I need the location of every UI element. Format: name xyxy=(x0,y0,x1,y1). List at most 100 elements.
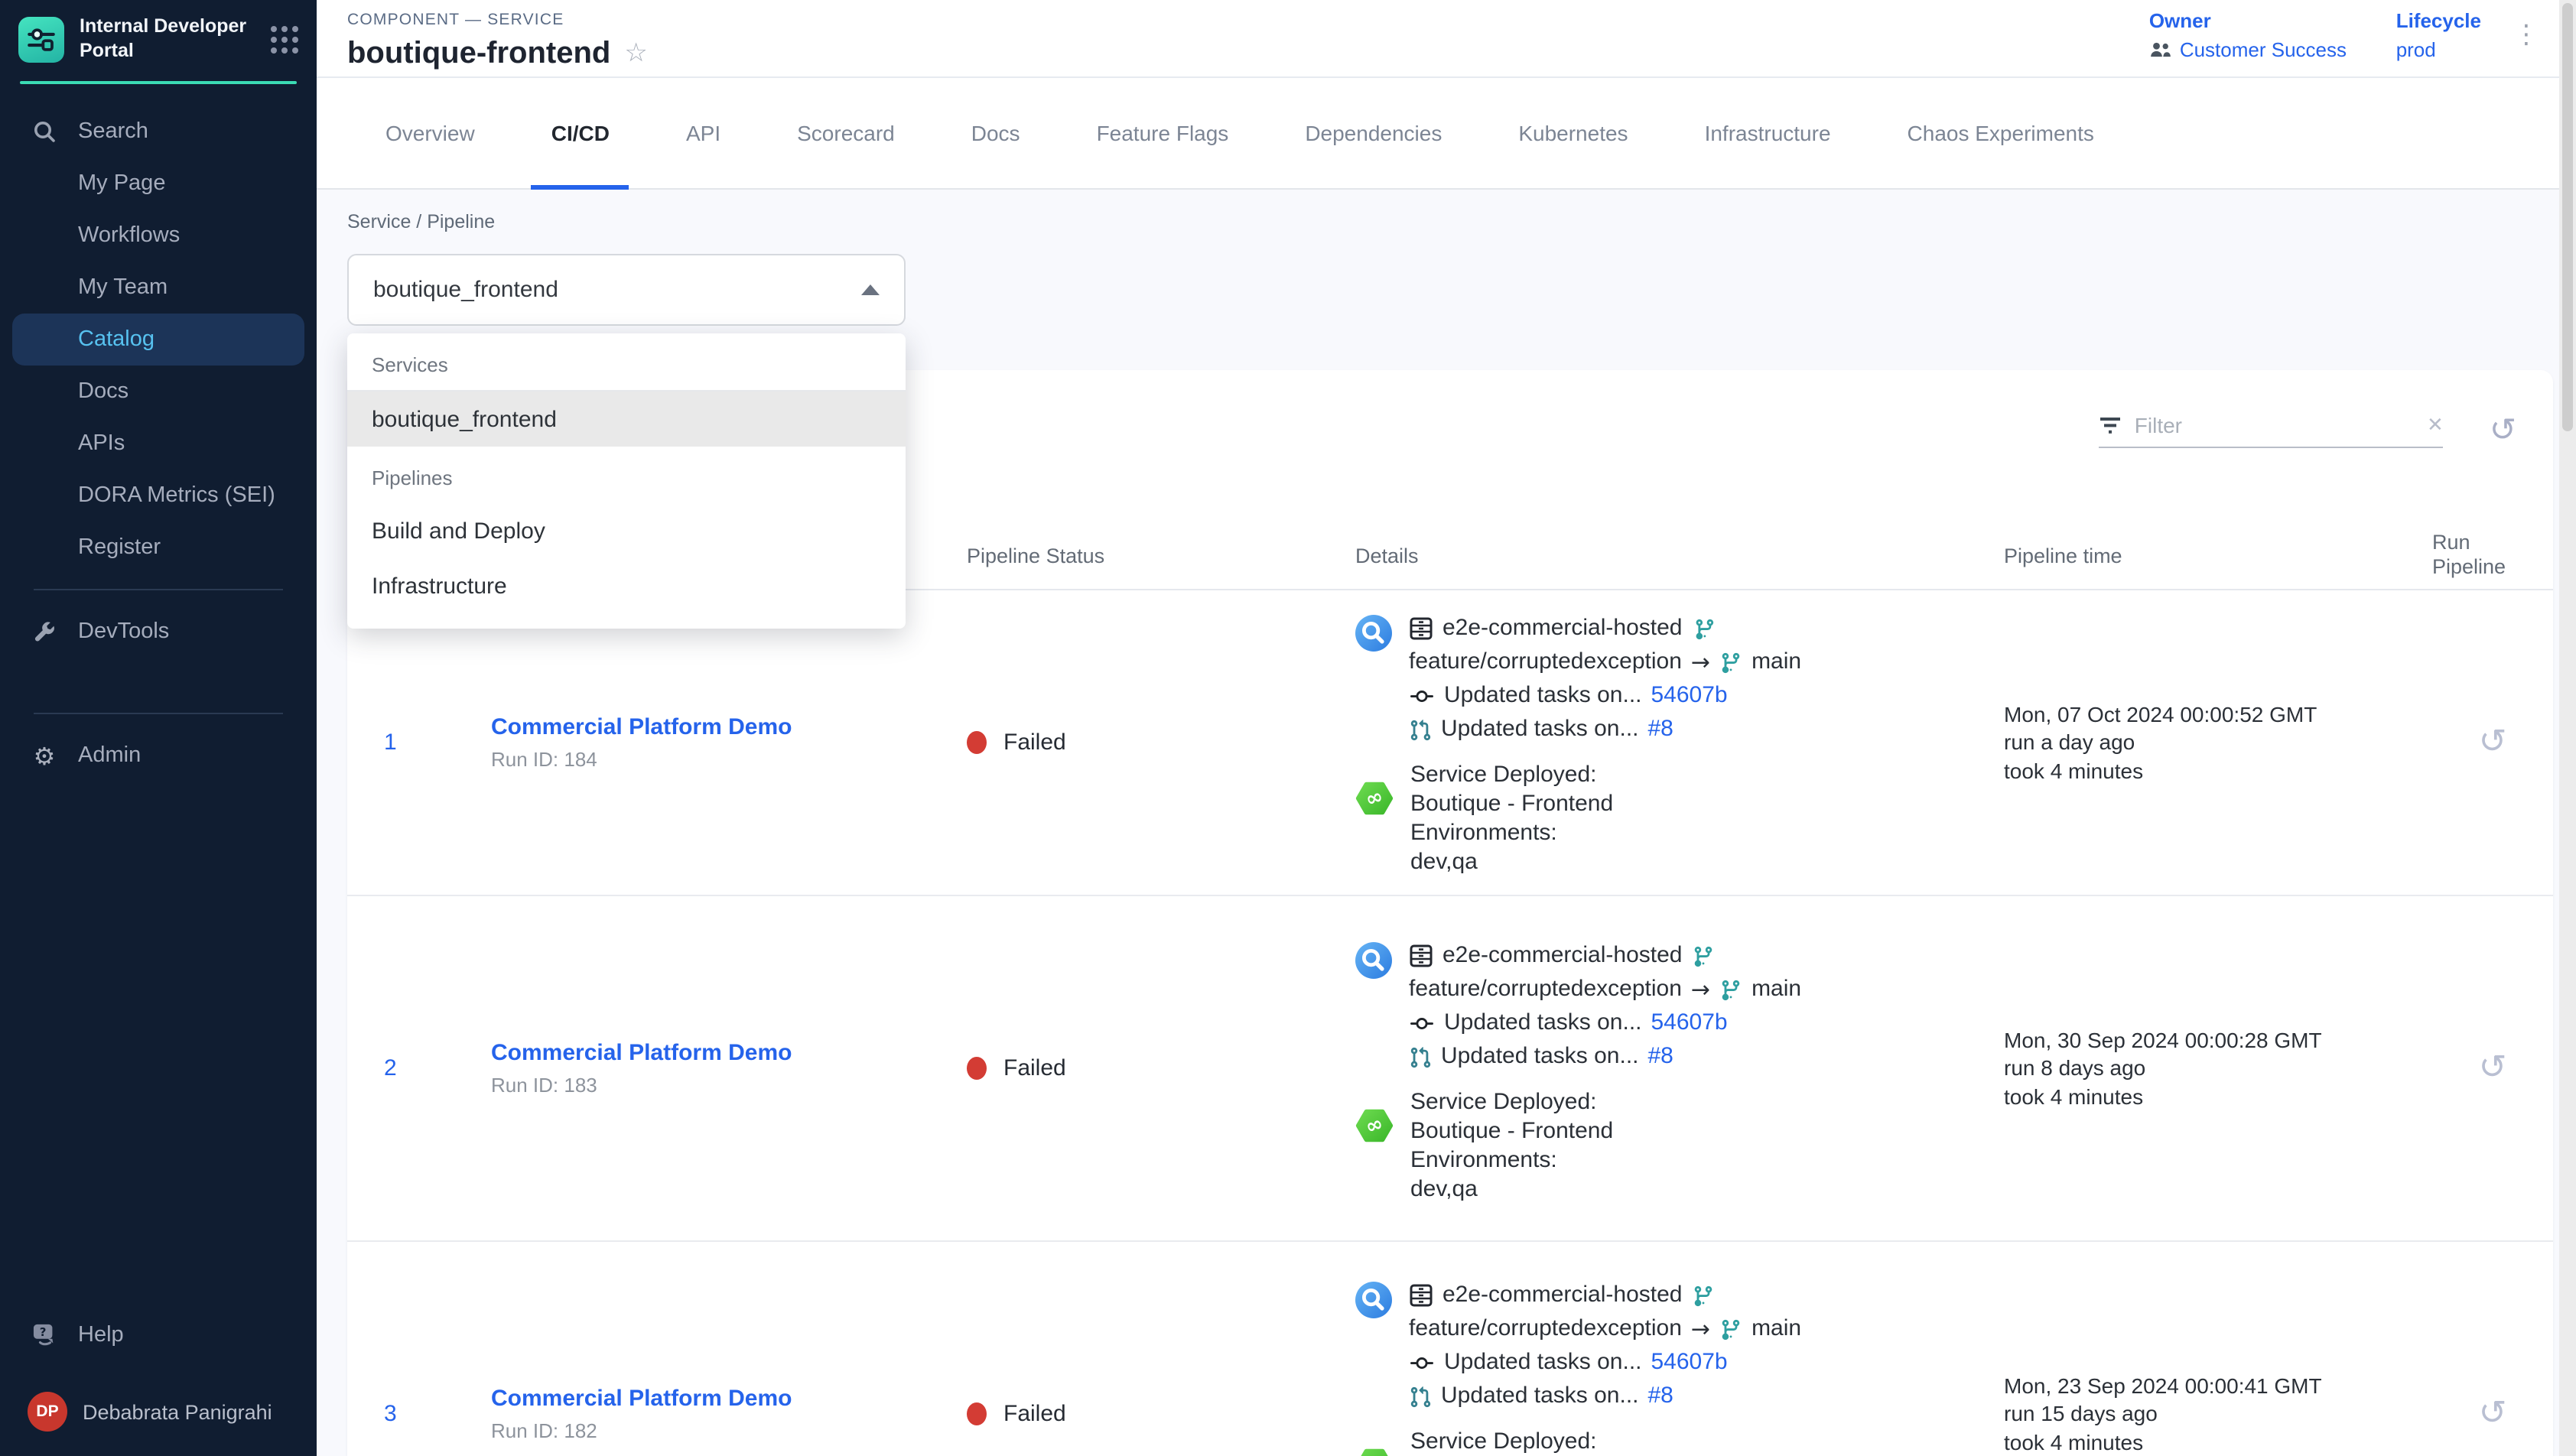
git-commit-icon xyxy=(1409,684,1435,707)
cd-stage-icon: ∞ xyxy=(1355,778,1394,876)
pr-number-link[interactable]: #8 xyxy=(1648,713,1673,746)
repo-name[interactable]: e2e-commercial-hosted xyxy=(1442,1279,1682,1312)
details-cell: e2e-commercial-hosted feature/corruptede… xyxy=(1355,896,2004,1240)
sidebar-item-catalog[interactable]: Catalog xyxy=(12,314,304,366)
tab-chaos-experiments[interactable]: Chaos Experiments xyxy=(1869,77,2132,189)
tab-infrastructure[interactable]: Infrastructure xyxy=(1667,77,1869,189)
run-name-cell: Commercial Platform Demo Run ID: 182 xyxy=(491,1242,967,1456)
sidebar-item-dora-metrics[interactable]: DORA Metrics (SEI) xyxy=(12,470,304,522)
sidebar-item-register[interactable]: Register xyxy=(12,522,304,574)
pr-message: Updated tasks on... xyxy=(1441,713,1639,746)
tab-overview[interactable]: Overview xyxy=(347,77,513,189)
tab-cicd[interactable]: CI/CD xyxy=(513,77,648,189)
sidebar-item-search[interactable]: Search xyxy=(12,106,304,158)
main-area: COMPONENT — SERVICE boutique-frontend ☆ … xyxy=(317,0,2576,1456)
tab-kubernetes[interactable]: Kubernetes xyxy=(1480,77,1666,189)
target-branch[interactable]: main xyxy=(1751,1312,1801,1346)
commit-sha-link[interactable]: 54607b xyxy=(1651,1006,1728,1040)
sidebar-item-my-page[interactable]: My Page xyxy=(12,158,304,210)
pr-message: Updated tasks on... xyxy=(1441,1040,1639,1074)
repo-name[interactable]: e2e-commercial-hosted xyxy=(1442,939,1682,973)
pull-request-icon xyxy=(1409,1385,1432,1408)
sidebar-item-label: Docs xyxy=(78,380,128,405)
option-boutique-frontend[interactable]: boutique_frontend xyxy=(347,392,906,447)
help-label: Help xyxy=(78,1323,124,1347)
sidebar-item-workflows[interactable]: Workflows xyxy=(12,210,304,262)
option-build-and-deploy[interactable]: Build and Deploy xyxy=(347,503,906,558)
status-cell: Failed xyxy=(967,590,1355,895)
target-branch[interactable]: main xyxy=(1751,645,1801,679)
clear-filter-icon[interactable]: ✕ xyxy=(2427,414,2444,437)
owner-block: Owner Customer Success xyxy=(2149,9,2347,61)
sidebar-item-label: Admin xyxy=(78,744,141,769)
favorite-star-icon[interactable]: ☆ xyxy=(624,41,648,67)
filter-box: ✕ xyxy=(2100,413,2444,448)
owner-link[interactable]: Customer Success xyxy=(2149,38,2347,61)
pr-number-link[interactable]: #8 xyxy=(1648,1040,1673,1074)
rerun-pipeline-icon[interactable]: ↺ xyxy=(2479,1397,2507,1431)
run-index: 3 xyxy=(347,1242,491,1456)
table-row: 2 Commercial Platform Demo Run ID: 183 F… xyxy=(347,895,2553,1240)
sidebar-header: Internal Developer Portal xyxy=(0,0,317,76)
deploy-line: Service Deployed: xyxy=(1410,1427,1596,1456)
repo-name[interactable]: e2e-commercial-hosted xyxy=(1442,612,1682,645)
repo-icon xyxy=(1409,616,1433,641)
source-branch[interactable]: feature/corruptedexception xyxy=(1409,1312,1682,1346)
page-title: boutique-frontend xyxy=(347,37,610,72)
scrollbar-thumb[interactable] xyxy=(2562,3,2573,431)
cd-stage-icon: ∞ xyxy=(1355,1445,1394,1456)
tab-scorecard[interactable]: Scorecard xyxy=(759,77,933,189)
sidebar-item-my-team[interactable]: My Team xyxy=(12,262,304,314)
col-run-pipeline: Run Pipeline xyxy=(2432,531,2512,580)
run-ago: run 8 days ago xyxy=(2004,1055,2432,1083)
pipeline-run-link[interactable]: Commercial Platform Demo xyxy=(491,1386,967,1412)
rerun-pipeline-icon[interactable]: ↺ xyxy=(2479,1051,2507,1085)
avatar: DP xyxy=(28,1392,67,1432)
page-scrollbar[interactable] xyxy=(2559,0,2576,1456)
commit-sha-link[interactable]: 54607b xyxy=(1651,1346,1728,1380)
pipeline-select[interactable]: boutique_frontend xyxy=(347,254,906,326)
apps-grid-icon[interactable] xyxy=(271,25,298,53)
sidebar-divider xyxy=(34,590,283,591)
help-button[interactable]: ? Help xyxy=(12,1309,304,1361)
sidebar-item-label: APIs xyxy=(78,432,125,457)
rerun-pipeline-icon[interactable]: ↺ xyxy=(2479,726,2507,759)
user-menu[interactable]: DP Debabrata Panigrahi xyxy=(12,1383,304,1441)
sidebar-item-devtools[interactable]: DevTools xyxy=(12,606,304,658)
tab-api[interactable]: API xyxy=(648,77,759,189)
sidebar-item-docs[interactable]: Docs xyxy=(12,366,304,418)
sidebar-item-label: Workflows xyxy=(78,224,180,249)
sidebar-item-label: DORA Metrics (SEI) xyxy=(78,484,275,509)
filter-input[interactable] xyxy=(2135,413,2415,437)
option-infrastructure[interactable]: Infrastructure xyxy=(347,558,906,613)
refresh-icon[interactable]: ↺ xyxy=(2490,414,2516,447)
git-branch-icon xyxy=(1719,978,1742,1001)
tab-dependencies[interactable]: Dependencies xyxy=(1267,77,1480,189)
sidebar-item-apis[interactable]: APIs xyxy=(12,418,304,470)
sidebar-item-label: Search xyxy=(78,120,148,145)
status-cell: Failed xyxy=(967,896,1355,1240)
lifecycle-block: Lifecycle prod xyxy=(2396,9,2481,61)
pipeline-run-link[interactable]: Commercial Platform Demo xyxy=(491,714,967,740)
status-cell: Failed xyxy=(967,1242,1355,1456)
app-root: Internal Developer Portal Search My Page… xyxy=(0,0,2576,1456)
portal-logo-icon[interactable] xyxy=(18,16,64,62)
repo-icon xyxy=(1409,944,1433,968)
table-row: 3 Commercial Platform Demo Run ID: 182 F… xyxy=(347,1240,2553,1456)
run-index: 1 xyxy=(347,590,491,895)
kebab-menu-icon[interactable]: ⋮ xyxy=(2513,21,2539,50)
status-badge: Failed xyxy=(1003,1401,1066,1427)
tab-docs[interactable]: Docs xyxy=(933,77,1059,189)
target-branch[interactable]: main xyxy=(1751,973,1801,1006)
commit-sha-link[interactable]: 54607b xyxy=(1651,679,1728,713)
pull-request-icon xyxy=(1409,1045,1432,1068)
source-branch[interactable]: feature/corruptedexception xyxy=(1409,973,1682,1006)
sidebar-item-admin[interactable]: ⚙ Admin xyxy=(12,730,304,782)
pipeline-run-link[interactable]: Commercial Platform Demo xyxy=(491,1040,967,1066)
tab-feature-flags[interactable]: Feature Flags xyxy=(1059,77,1267,189)
git-commit-icon xyxy=(1409,1012,1435,1035)
details-cell: e2e-commercial-hosted feature/corruptede… xyxy=(1355,1242,2004,1456)
pr-number-link[interactable]: #8 xyxy=(1648,1380,1673,1413)
pr-message: Updated tasks on... xyxy=(1441,1380,1639,1413)
source-branch[interactable]: feature/corruptedexception xyxy=(1409,645,1682,679)
